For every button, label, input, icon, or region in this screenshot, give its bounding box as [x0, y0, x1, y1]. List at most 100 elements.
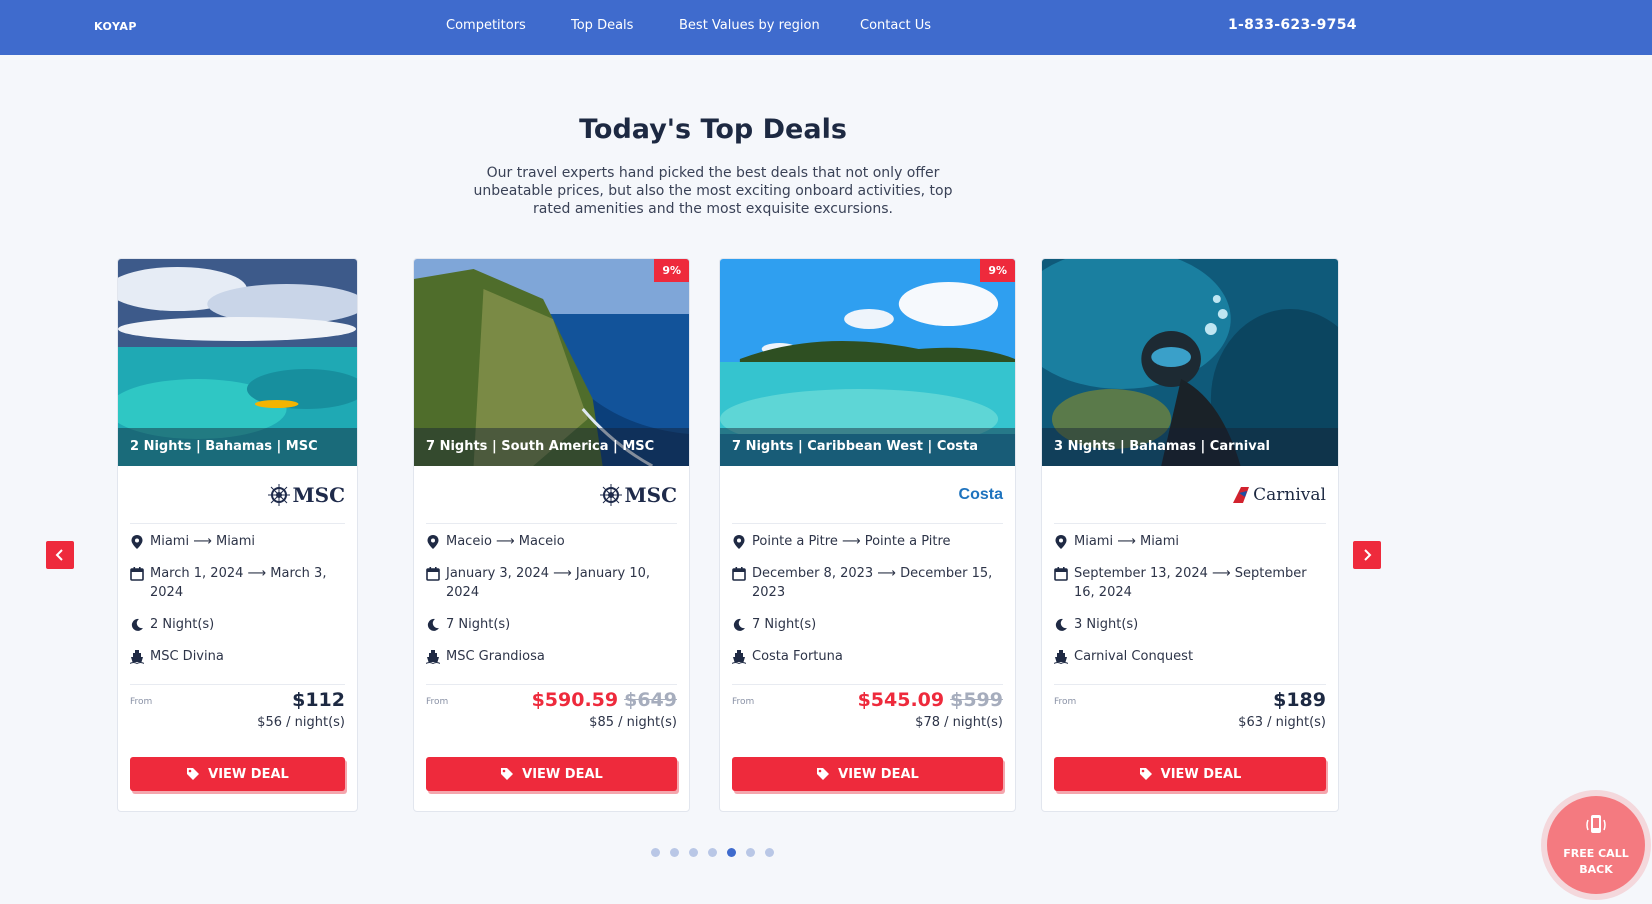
free-call-back-label: FREE CALL BACK — [1563, 847, 1629, 876]
sale-price: $545.09 — [857, 689, 945, 711]
sale-price: $590.59 — [531, 689, 619, 711]
ship-row: Carnival Conquest — [1054, 647, 1326, 666]
top-navbar: KOYAP Competitors Top Deals Best Values … — [0, 0, 1652, 55]
msc-logo-icon — [267, 484, 290, 506]
from-label: From — [426, 697, 449, 707]
pin-icon — [131, 535, 143, 549]
tag-icon — [1139, 768, 1152, 780]
moon-icon — [1055, 618, 1067, 631]
price-per-night: $63 / night(s) — [1238, 715, 1326, 730]
moon-icon — [427, 618, 439, 631]
price-per-night: $56 / night(s) — [257, 715, 345, 730]
carnival-funnel-icon — [1233, 487, 1250, 503]
dates-row: September 13, 2024 ⟶ September 16, 2024 — [1054, 564, 1326, 602]
pin-icon — [1055, 535, 1067, 549]
original-price: $649 — [624, 689, 677, 711]
price: $189 — [1273, 689, 1326, 711]
phone-number[interactable]: 1-833-623-9754 — [1228, 17, 1357, 33]
pagination-dot-active[interactable] — [727, 848, 736, 857]
nav-contact-us[interactable]: Contact Us — [860, 18, 931, 33]
main-nav: Competitors Top Deals Best Values by reg… — [0, 18, 1652, 38]
ship-row: MSC Divina — [130, 647, 345, 666]
price: $590.59 $649 — [532, 689, 677, 711]
deal-card[interactable]: 2 Nights | Bahamas | MSC MSC Miami ⟶ Mia… — [117, 258, 358, 812]
cruise-line-logo: MSC — [267, 479, 345, 511]
carousel-next-button[interactable] — [1353, 541, 1381, 569]
deal-image: 2 Nights | Bahamas | MSC — [118, 259, 357, 466]
deal-image: 9% 7 Nights | Caribbean West | Costa — [720, 259, 1015, 466]
ship-icon — [1054, 650, 1068, 664]
dates-row: December 8, 2023 ⟶ December 15, 2023 — [732, 564, 1003, 602]
carousel-pagination — [651, 848, 784, 857]
ship-row: MSC Grandiosa — [426, 647, 677, 666]
carousel-prev-button[interactable] — [46, 541, 74, 569]
deal-caption: 3 Nights | Bahamas | Carnival — [1042, 428, 1338, 466]
ship-row: Costa Fortuna — [732, 647, 1003, 666]
pagination-dot[interactable] — [670, 848, 679, 857]
pagination-dot[interactable] — [651, 848, 660, 857]
deal-details: Miami ⟶ Miami September 13, 2024 ⟶ Septe… — [1054, 523, 1326, 679]
pagination-dot[interactable] — [765, 848, 774, 857]
deal-details: Pointe a Pitre ⟶ Pointe a Pitre December… — [732, 523, 1003, 679]
pagination-dot[interactable] — [708, 848, 717, 857]
deal-card[interactable]: 9% 7 Nights | South America | MSC MSC Ma… — [413, 258, 690, 812]
tag-icon — [817, 768, 830, 780]
nights-row: 7 Night(s) — [732, 615, 1003, 634]
tag-icon — [501, 768, 514, 780]
section-title: Today's Top Deals — [579, 114, 847, 145]
from-label: From — [130, 697, 153, 707]
nav-top-deals[interactable]: Top Deals — [571, 18, 633, 33]
price-box: From $590.59 $649 $85 / night(s) — [426, 684, 677, 744]
calendar-icon — [732, 567, 746, 581]
pagination-dot[interactable] — [746, 848, 755, 857]
discount-badge: 9% — [980, 259, 1015, 282]
nav-best-values[interactable]: Best Values by region — [679, 18, 820, 33]
cruise-line-logo: Carnival — [1231, 479, 1326, 511]
view-deal-button[interactable]: VIEW DEAL — [1054, 757, 1326, 791]
price-per-night: $78 / night(s) — [915, 715, 1003, 730]
deal-image: 9% 7 Nights | South America | MSC — [414, 259, 689, 466]
ship-icon — [732, 650, 746, 664]
calendar-icon — [130, 567, 144, 581]
dates-row: January 3, 2024 ⟶ January 10, 2024 — [426, 564, 677, 602]
route-row: Maceio ⟶ Maceio — [426, 532, 677, 551]
pin-icon — [733, 535, 745, 549]
free-call-back-button[interactable]: FREE CALL BACK — [1547, 796, 1645, 894]
calendar-icon — [1054, 567, 1068, 581]
deal-caption: 2 Nights | Bahamas | MSC — [118, 428, 357, 466]
deal-caption: 7 Nights | Caribbean West | Costa — [720, 428, 1015, 466]
nav-competitors[interactable]: Competitors — [446, 18, 526, 33]
pagination-dot[interactable] — [689, 848, 698, 857]
msc-logo-icon — [599, 484, 622, 506]
pin-icon — [427, 535, 439, 549]
ship-icon — [130, 650, 144, 664]
price-box: From $545.09 $599 $78 / night(s) — [732, 684, 1003, 744]
tag-icon — [187, 768, 200, 780]
deal-caption: 7 Nights | South America | MSC — [414, 428, 689, 466]
cruise-line-logo: MSC — [599, 479, 677, 511]
phone-icon — [1586, 815, 1606, 833]
section-subtitle: Our travel experts hand picked the best … — [473, 165, 953, 217]
nights-row: 3 Night(s) — [1054, 615, 1326, 634]
route-row: Miami ⟶ Miami — [130, 532, 345, 551]
view-deal-button[interactable]: VIEW DEAL — [130, 757, 345, 791]
nights-row: 7 Night(s) — [426, 615, 677, 634]
from-label: From — [732, 697, 755, 707]
original-price: $599 — [950, 689, 1003, 711]
price-box: From $112 $56 / night(s) — [130, 684, 345, 744]
chevron-left-icon — [55, 549, 63, 561]
deal-details: Miami ⟶ Miami March 1, 2024 ⟶ March 3, 2… — [130, 523, 345, 679]
from-label: From — [1054, 697, 1077, 707]
moon-icon — [131, 618, 143, 631]
dates-row: March 1, 2024 ⟶ March 3, 2024 — [130, 564, 345, 602]
deal-details: Maceio ⟶ Maceio January 3, 2024 ⟶ Januar… — [426, 523, 677, 679]
deal-card[interactable]: 9% 7 Nights | Caribbean West | Costa Cos… — [719, 258, 1016, 812]
route-row: Pointe a Pitre ⟶ Pointe a Pitre — [732, 532, 1003, 551]
deal-card[interactable]: 3 Nights | Bahamas | Carnival Carnival M… — [1041, 258, 1339, 812]
calendar-icon — [426, 567, 440, 581]
moon-icon — [733, 618, 745, 631]
price-per-night: $85 / night(s) — [589, 715, 677, 730]
route-row: Miami ⟶ Miami — [1054, 532, 1326, 551]
view-deal-button[interactable]: VIEW DEAL — [732, 757, 1003, 791]
view-deal-button[interactable]: VIEW DEAL — [426, 757, 677, 791]
